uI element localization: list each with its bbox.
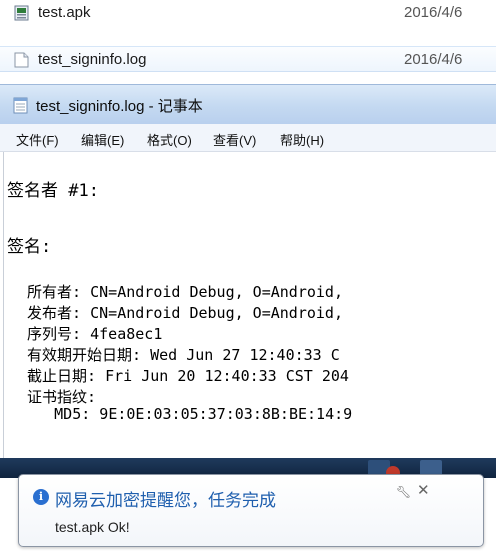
notepad-menubar: 文件(F) 编辑(E) 格式(O) 查看(V) 帮助(H) (0, 124, 496, 152)
text-line: 截止日期: Fri Jun 20 12:40:33 CST 204 (9, 367, 349, 385)
notepad-text-area[interactable]: 签名者 #1: 签名: 所有者: CN=Android Debug, O=And… (3, 152, 496, 458)
notepad-titlebar[interactable]: test_signinfo.log - 记事本 (0, 84, 496, 124)
notification-title: 网易云加密提醒您，任务完成 (55, 491, 276, 510)
menu-view[interactable]: 查看(V) (213, 130, 256, 149)
menu-edit[interactable]: 编辑(E) (81, 130, 124, 149)
info-icon: i (33, 489, 49, 505)
menu-format[interactable]: 格式(O) (147, 130, 192, 149)
file-name: test_signinfo.log (38, 51, 147, 68)
text-line: 签名: (7, 237, 52, 257)
settings-icon[interactable]: 🔧︎ (396, 485, 411, 499)
notification-balloon[interactable]: i 网易云加密提醒您，任务完成 🔧︎ ✕ test.apk Ok! (18, 474, 484, 547)
notepad-title: test_signinfo.log - 记事本 (36, 98, 203, 115)
file-row-apk[interactable]: test.apk 2016/4/6 (0, 0, 496, 26)
notepad-icon (13, 96, 28, 114)
apk-file-icon (14, 5, 29, 21)
log-file-icon (14, 52, 29, 68)
explorer-file-list: test.apk 2016/4/6 test_signinfo.log 2016… (0, 0, 496, 80)
close-icon[interactable]: ✕ (417, 481, 430, 499)
notepad-window: test_signinfo.log - 记事本 文件(F) 编辑(E) 格式(O… (0, 84, 496, 458)
text-line: 有效期开始日期: Wed Jun 27 12:40:33 C (9, 346, 340, 364)
file-date: 2016/4/6 (404, 51, 463, 68)
text-line: 证书指纹: (9, 388, 97, 406)
file-name: test.apk (38, 4, 91, 21)
text-line: MD5: 9E:0E:03:05:37:03:8B:BE:14:9 (9, 405, 353, 423)
file-row-log[interactable]: test_signinfo.log 2016/4/6 (0, 46, 496, 72)
notification-message: test.apk Ok! (55, 519, 130, 535)
text-line: 所有者: CN=Android Debug, O=Android, (9, 283, 343, 301)
text-line: 序列号: 4fea8ec1 (9, 325, 163, 343)
text-line: 发布者: CN=Android Debug, O=Android, (9, 304, 343, 322)
menu-help[interactable]: 帮助(H) (280, 130, 324, 149)
text-line: 签名者 #1: (7, 181, 99, 201)
menu-file[interactable]: 文件(F) (16, 130, 59, 149)
file-date: 2016/4/6 (404, 4, 463, 21)
